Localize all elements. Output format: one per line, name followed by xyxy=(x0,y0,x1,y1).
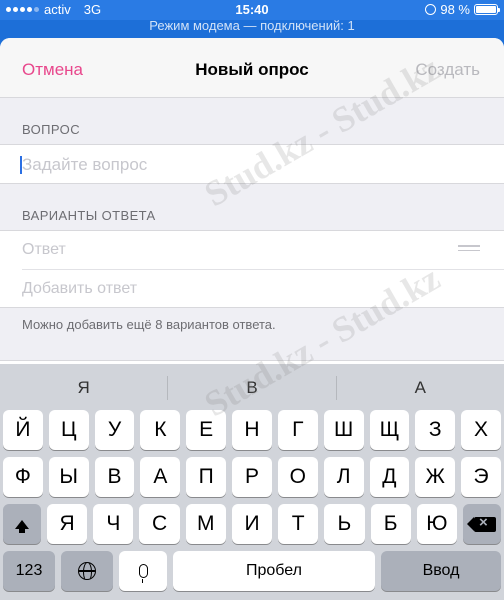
globe-icon xyxy=(78,562,96,580)
letter-key[interactable]: О xyxy=(277,457,318,497)
letter-key[interactable]: Х xyxy=(461,410,501,450)
letter-key[interactable]: Э xyxy=(461,457,501,497)
letter-key[interactable]: Г xyxy=(277,410,318,450)
backspace-icon xyxy=(466,514,496,532)
status-bar: activ 3G 15:40 98 % xyxy=(0,0,504,20)
question-input[interactable] xyxy=(22,145,462,185)
letter-key[interactable]: А xyxy=(140,457,181,497)
letter-key[interactable]: Я xyxy=(47,504,88,544)
letter-key[interactable]: Т xyxy=(278,504,319,544)
letter-key[interactable]: К xyxy=(140,410,181,450)
prediction-2[interactable]: В xyxy=(168,364,335,410)
add-answer-button[interactable]: Добавить ответ xyxy=(22,280,137,298)
letter-key[interactable]: Л xyxy=(323,457,364,497)
letter-key[interactable]: Ц xyxy=(48,410,89,450)
enter-key[interactable]: Ввод xyxy=(381,551,501,591)
letter-key[interactable]: Н xyxy=(232,410,272,450)
question-section-header: ВОПРОС xyxy=(22,122,80,137)
answers-section-header: ВАРИАНТЫ ОТВЕТА xyxy=(22,208,156,223)
new-poll-sheet: Отмена Новый опрос Создать ВОПРОС ВАРИАН… xyxy=(0,38,504,368)
key-row-1: ЙЦУКЕНГШЩЗХ xyxy=(0,410,504,450)
backspace-key[interactable] xyxy=(462,504,501,544)
letter-key[interactable]: Ь xyxy=(324,504,365,544)
letter-key[interactable]: П xyxy=(186,457,227,497)
letter-key[interactable]: Е xyxy=(186,410,227,450)
battery-percent: 98 % xyxy=(440,2,470,17)
answers-list: Ответ Добавить ответ xyxy=(0,230,504,308)
letter-key[interactable]: Й xyxy=(3,410,43,450)
dictation-key[interactable] xyxy=(119,551,167,591)
letter-key[interactable]: У xyxy=(94,410,135,450)
prediction-1[interactable]: Я xyxy=(0,364,167,410)
letter-key[interactable]: Ж xyxy=(415,457,456,497)
letter-key[interactable]: Ч xyxy=(93,504,134,544)
add-answer-row[interactable]: Добавить ответ xyxy=(22,269,504,307)
letter-key[interactable]: Ы xyxy=(48,457,89,497)
key-row-3: ЯЧСМИТЬБЮ xyxy=(0,504,504,544)
letter-key[interactable]: Ю xyxy=(416,504,457,544)
letter-key[interactable]: Р xyxy=(232,457,272,497)
battery-icon xyxy=(474,4,500,15)
microphone-icon xyxy=(138,564,148,583)
letter-key[interactable]: Б xyxy=(370,504,411,544)
hotspot-banner[interactable]: Режим модема — подключений: 1 xyxy=(0,18,504,36)
letter-key[interactable]: Ш xyxy=(323,410,364,450)
key-row-4: 123 Пробел Ввод xyxy=(0,551,504,591)
space-key[interactable]: Пробел xyxy=(173,551,375,591)
status-right: 98 % xyxy=(425,2,500,17)
shift-key[interactable] xyxy=(3,504,41,544)
letter-key[interactable]: И xyxy=(231,504,273,544)
letter-key[interactable]: Д xyxy=(369,457,410,497)
cancel-button[interactable]: Отмена xyxy=(22,60,83,80)
reorder-handle-icon[interactable] xyxy=(458,245,480,254)
answer-input[interactable]: Ответ xyxy=(22,241,66,259)
letter-key[interactable]: Щ xyxy=(369,410,410,450)
key-row-2: ФЫВАПРОЛДЖЭ xyxy=(0,457,504,497)
nav-bar: Отмена Новый опрос Создать xyxy=(0,38,504,98)
letter-key[interactable]: З xyxy=(415,410,456,450)
keyboard: Я В А ЙЦУКЕНГШЩЗХ ФЫВАПРОЛДЖЭ ЯЧСМИТЬБЮ … xyxy=(0,364,504,600)
numbers-key[interactable]: 123 xyxy=(3,551,55,591)
answer-row[interactable]: Ответ xyxy=(0,231,504,269)
letter-key[interactable]: В xyxy=(94,457,135,497)
prediction-bar: Я В А xyxy=(0,364,504,410)
shift-icon xyxy=(15,519,29,533)
answers-footnote: Можно добавить ещё 8 вариантов ответа. xyxy=(22,317,276,332)
letter-key[interactable]: М xyxy=(185,504,226,544)
rotation-lock-icon xyxy=(425,4,437,15)
create-button[interactable]: Создать xyxy=(415,60,480,80)
letter-key[interactable]: Ф xyxy=(3,457,43,497)
letter-key[interactable]: С xyxy=(139,504,180,544)
question-cell xyxy=(0,144,504,185)
prediction-3[interactable]: А xyxy=(337,364,504,410)
globe-key[interactable] xyxy=(61,551,113,591)
